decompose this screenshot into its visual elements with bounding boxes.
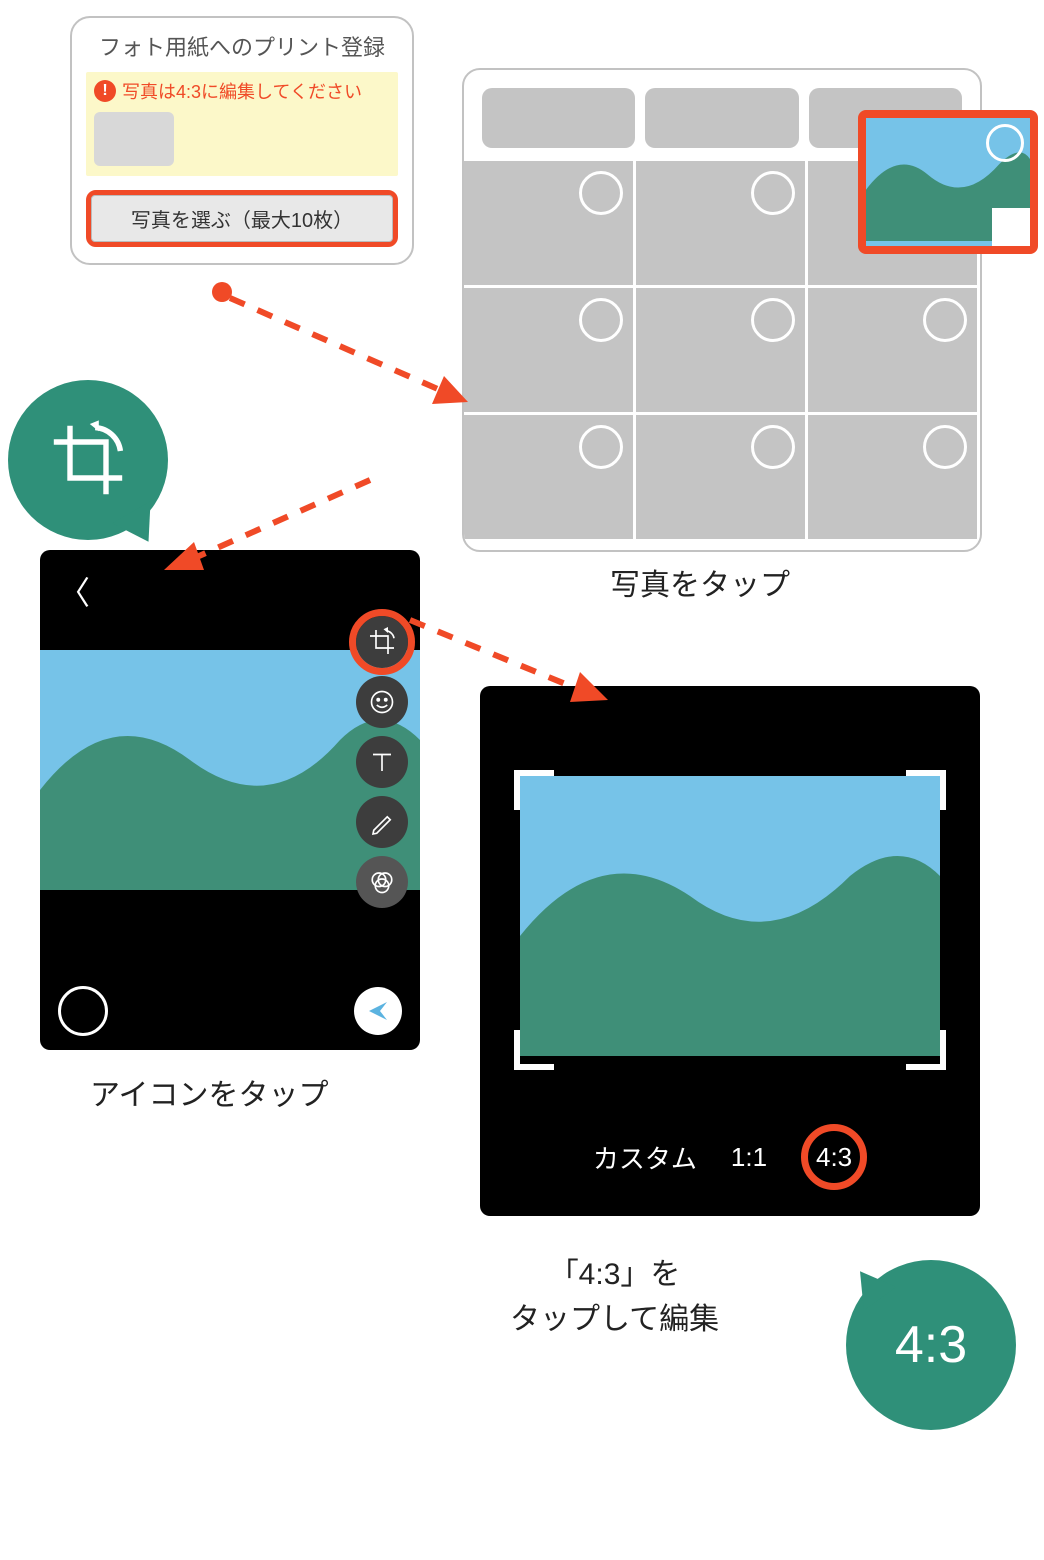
crop-handle-icon[interactable]	[514, 770, 554, 810]
ratio-option-1-1[interactable]: 1:1	[731, 1142, 767, 1173]
print-register-dialog: フォト用紙へのプリント登録 ! 写真は4:3に編集してください 写真を選ぶ（最大…	[70, 16, 414, 265]
photo-cell[interactable]	[464, 285, 636, 412]
select-ring-icon	[579, 171, 623, 215]
back-icon[interactable]: 〈	[58, 568, 90, 614]
crop-handle-icon[interactable]	[906, 1030, 946, 1070]
photo-cell[interactable]	[636, 412, 808, 539]
ratio-bubble-text: 4:3	[895, 1315, 967, 1375]
select-ring-icon	[923, 425, 967, 469]
picker-tab[interactable]	[482, 88, 635, 148]
photo-cell[interactable]	[808, 412, 980, 539]
alert-icon: !	[94, 80, 116, 102]
flow-arrow-icon	[210, 280, 480, 420]
thumbnail-placeholder	[94, 112, 174, 166]
select-photos-highlight: 写真を選ぶ（最大10枚）	[86, 190, 398, 247]
select-ring-icon	[751, 425, 795, 469]
crop-caption: 「4:3」を タップして編集	[510, 1252, 719, 1342]
crop-handle-icon[interactable]	[514, 1030, 554, 1070]
picker-caption: 写真をタップ	[610, 560, 790, 604]
select-ring-icon	[986, 124, 1024, 162]
photo-cell[interactable]	[808, 285, 980, 412]
select-ring-icon	[923, 298, 967, 342]
filter-tool-button[interactable]	[356, 856, 408, 908]
selected-photo-highlight[interactable]	[858, 110, 1038, 254]
picker-tab[interactable]	[645, 88, 798, 148]
select-ring-icon	[751, 171, 795, 215]
sticker-tool-button[interactable]	[356, 676, 408, 728]
photo-editor: 〈	[40, 550, 420, 1050]
photo-cell[interactable]	[464, 158, 636, 285]
text-tool-button[interactable]	[356, 736, 408, 788]
photo-cell[interactable]	[636, 285, 808, 412]
crop-callout-bubble	[8, 380, 168, 540]
photo-landscape-icon	[520, 776, 940, 1056]
warning-text: 写真は4:3に編集してください	[122, 78, 362, 104]
crop-tool-button[interactable]	[356, 616, 408, 668]
warning-box: ! 写真は4:3に編集してください	[86, 72, 398, 176]
crop-handle-icon[interactable]	[906, 770, 946, 810]
select-ring-icon	[579, 425, 623, 469]
editor-caption: アイコンをタップ	[90, 1070, 329, 1114]
photo-cell[interactable]	[464, 412, 636, 539]
select-ring-icon	[751, 298, 795, 342]
ratio-option-custom[interactable]: カスタム	[593, 1139, 697, 1176]
select-photos-button[interactable]: 写真を選ぶ（最大10枚）	[91, 195, 393, 242]
draw-tool-button[interactable]	[356, 796, 408, 848]
select-ring-icon	[579, 298, 623, 342]
send-button[interactable]	[354, 987, 402, 1035]
crop-preview[interactable]	[520, 776, 940, 1056]
crop-editor: カスタム 1:1 4:3	[480, 686, 980, 1216]
record-button[interactable]	[58, 986, 108, 1036]
ratio-option-4-3[interactable]: 4:3	[801, 1124, 867, 1190]
dialog-title: フォト用紙へのプリント登録	[72, 18, 412, 66]
ratio-callout-bubble: 4:3	[846, 1260, 1016, 1430]
crop-icon	[43, 415, 133, 505]
photo-cell[interactable]	[636, 158, 808, 285]
